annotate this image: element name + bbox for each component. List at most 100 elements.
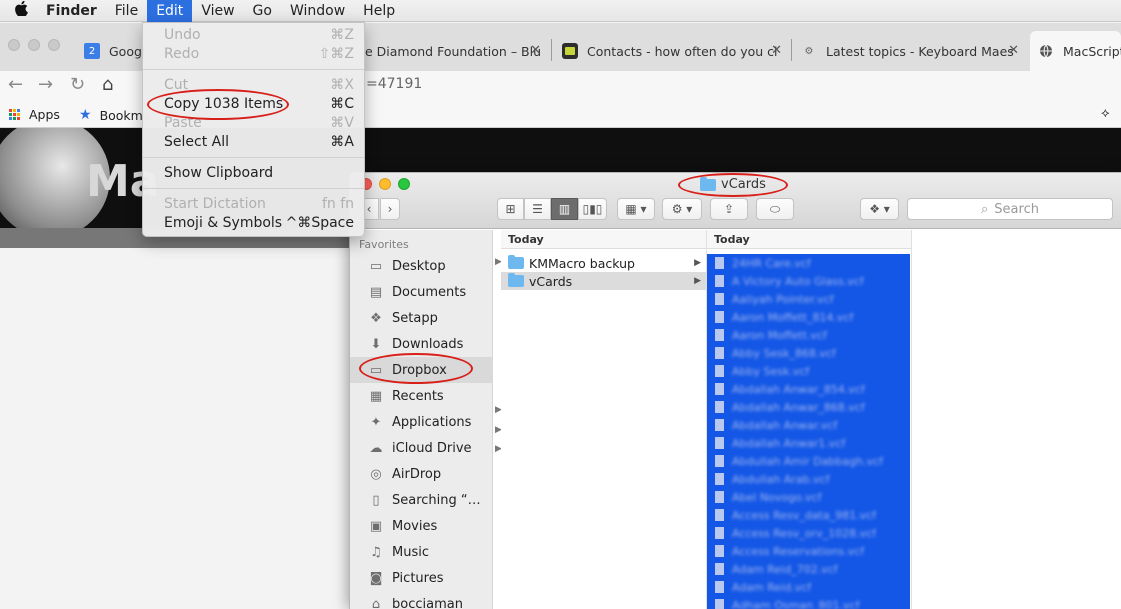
selected-file-row[interactable]: Adham Osman_801.vcf — [707, 596, 910, 609]
menu-item-show-clipboard[interactable]: Show Clipboard — [143, 164, 364, 183]
sidebar-item-movies[interactable]: ▣ Movies — [350, 513, 493, 539]
sidebar-item-searching[interactable]: ▯ Searching “… — [350, 487, 493, 513]
column-view-button[interactable]: ▥ — [551, 198, 578, 220]
address-bar[interactable]: =47191 — [366, 76, 422, 92]
selected-file-row[interactable]: Access Resv_orv_1028.vcf — [707, 524, 910, 542]
dropbox-button[interactable]: ❖ ▾ — [860, 198, 899, 220]
share-icon: ⇪ — [723, 202, 735, 216]
selected-file-row[interactable]: Abdullah Amir Dabbagh.vcf — [707, 452, 910, 470]
sidebar-item-airdrop[interactable]: ◎ AirDrop — [350, 461, 493, 487]
finder-window-title: vCards — [700, 176, 766, 192]
menu-item-select-all[interactable]: Select All ⌘A — [143, 133, 364, 152]
selected-file-row[interactable]: Access Resv_data_981.vcf — [707, 506, 910, 524]
selected-file-row[interactable]: Adam Reid.vcf — [707, 578, 910, 596]
menu-go[interactable]: Go — [244, 0, 281, 22]
pictures-icon: ◙ — [369, 570, 383, 586]
sidebar-item-pictures[interactable]: ◙ Pictures — [350, 565, 493, 591]
file-name: Adam Reid.vcf — [732, 580, 812, 594]
sidebar-item-dropbox[interactable]: ▭ Dropbox — [350, 357, 493, 383]
home-icon[interactable]: ⌂ — [102, 74, 113, 95]
sidebar-item-icloud-drive[interactable]: ☁ iCloud Drive — [350, 435, 493, 461]
finder-minimize-button[interactable] — [379, 178, 391, 190]
menu-edit[interactable]: Edit — [147, 0, 193, 22]
extension-icon[interactable]: ⟡ — [1101, 106, 1110, 121]
menu-item-copy[interactable]: Copy 1038 Items ⌘C — [143, 95, 364, 114]
reload-icon[interactable]: ↻ — [70, 74, 85, 95]
group-by-button[interactable]: ▦ ▾ — [617, 198, 655, 220]
selected-file-row[interactable]: Aaliyah Pointer.vcf — [707, 290, 910, 308]
selected-file-row[interactable]: Abdallah Anwar_854.vcf — [707, 380, 910, 398]
sidebar-item-home[interactable]: ⌂ bocciaman — [350, 591, 493, 609]
browser-minimize-dot[interactable] — [28, 39, 40, 51]
close-icon[interactable]: ✕ — [1008, 43, 1019, 58]
action-button[interactable]: ⚙ ▾ — [662, 198, 702, 220]
selected-file-row[interactable]: Abdallah Anwar1.vcf — [707, 434, 910, 452]
menu-label: Cut — [164, 77, 189, 93]
menu-item-undo[interactable]: Undo ⌘Z — [143, 26, 364, 45]
selected-file-row[interactable]: Aaron Moffett_814.vcf — [707, 308, 910, 326]
close-icon[interactable]: ✕ — [771, 43, 782, 58]
sidebar-item-downloads[interactable]: ⬇ Downloads — [350, 331, 493, 357]
selected-file-row[interactable]: Adam Reid_702.vcf — [707, 560, 910, 578]
sidebar-item-desktop[interactable]: ▭ Desktop — [350, 253, 493, 279]
menu-help[interactable]: Help — [354, 0, 404, 22]
sidebar-item-applications[interactable]: ✦ Applications — [350, 409, 493, 435]
menu-finder[interactable]: Finder — [42, 0, 106, 22]
browser-close-dot[interactable] — [8, 39, 20, 51]
sidebar-item-documents[interactable]: ▤ Documents — [350, 279, 493, 305]
browser-tab-google[interactable]: 2 Googl — [76, 31, 146, 71]
tab-separator — [791, 39, 792, 61]
menu-item-emoji-symbols[interactable]: Emoji & Symbols ^⌘Space — [143, 214, 364, 233]
tags-button[interactable]: ⬭ — [756, 198, 794, 220]
close-icon[interactable]: ✕ — [530, 43, 541, 58]
browser-zoom-dot[interactable] — [48, 39, 60, 51]
selected-file-row[interactable]: Access Reservations.vcf — [707, 542, 910, 560]
menu-file[interactable]: File — [106, 0, 147, 22]
forward-arrow-icon[interactable]: → — [38, 74, 53, 95]
selected-file-row[interactable]: Abby Sesk.vcf — [707, 362, 910, 380]
back-arrow-icon[interactable]: ← — [8, 74, 23, 95]
selected-file-row[interactable]: Aaron Moffett.vcf — [707, 326, 910, 344]
forward-button[interactable]: › — [380, 198, 400, 220]
finder-column-empty — [912, 230, 1121, 609]
menu-item-cut[interactable]: Cut ⌘X — [143, 76, 364, 95]
gallery-view-button[interactable]: ▯▮▯ — [578, 198, 607, 220]
sidebar-item-music[interactable]: ♫ Music — [350, 539, 493, 565]
menu-view[interactable]: View — [192, 0, 243, 22]
selected-file-row[interactable]: Abdullah Arab.vcf — [707, 470, 910, 488]
sidebar-item-recents[interactable]: ▦ Recents — [350, 383, 493, 409]
sidebar-item-setapp[interactable]: ❖ Setapp — [350, 305, 493, 331]
bookmark-apps[interactable]: Apps — [9, 107, 60, 122]
selected-file-row[interactable]: A Victory Auto Glass.vcf — [707, 272, 910, 290]
selected-file-row[interactable]: 24HR Care.vcf — [707, 254, 910, 272]
apple-menu-icon[interactable] — [0, 0, 42, 20]
menu-item-start-dictation[interactable]: Start Dictation fn fn — [143, 195, 364, 214]
list-view-button[interactable]: ☰ — [524, 198, 551, 220]
icon-view-button[interactable]: ⊞ — [497, 198, 524, 220]
browser-tab-keyboard-maestro[interactable]: ⚙ Latest topics - Keyboard Maes ✕ — [793, 31, 1027, 71]
selected-file-row[interactable]: Abdallah Anwar_868.vcf — [707, 398, 910, 416]
vcard-file-icon — [715, 347, 724, 359]
bookmark-bookmarks[interactable]: ★ Bookma — [79, 107, 151, 123]
gear-icon: ⚙ ▾ — [671, 202, 693, 216]
menu-window[interactable]: Window — [281, 0, 354, 22]
list-item-vcards[interactable]: vCards ▶ — [501, 272, 706, 290]
menu-label: Emoji & Symbols — [164, 215, 283, 231]
menu-shortcut: ⌘Z — [330, 27, 354, 43]
selected-file-row[interactable]: Abdallah Anwar.vcf — [707, 416, 910, 434]
browser-tab-diamond[interactable]: e Diamond Foundation – Blu ✕ — [357, 31, 549, 71]
sidebar-label: Pictures — [392, 570, 444, 586]
finder-zoom-button[interactable] — [398, 178, 410, 190]
menu-item-redo[interactable]: Redo ⇧⌘Z — [143, 45, 364, 64]
menu-shortcut: ⇧⌘Z — [318, 46, 354, 62]
selected-file-row[interactable]: Abby Sesk_868.vcf — [707, 344, 910, 362]
menu-item-paste[interactable]: Paste ⌘V — [143, 114, 364, 133]
browser-tab-contacts[interactable]: Contacts - how often do you cl ✕ — [554, 31, 790, 71]
search-field[interactable]: ⌕ Search — [907, 198, 1113, 220]
edit-menu-dropdown: Undo ⌘Z Redo ⇧⌘Z Cut ⌘X Copy 1038 Items ⌘C P… — [142, 22, 365, 237]
list-item-kmmacro-backup[interactable]: KMMacro backup ▶ — [501, 254, 706, 272]
browser-tab-macscript[interactable]: MacScript — [1030, 31, 1121, 71]
share-button[interactable]: ⇪ — [710, 198, 748, 220]
selected-file-row[interactable]: Abel Novogo.vcf — [707, 488, 910, 506]
file-name: Access Resv_data_981.vcf — [732, 508, 877, 522]
